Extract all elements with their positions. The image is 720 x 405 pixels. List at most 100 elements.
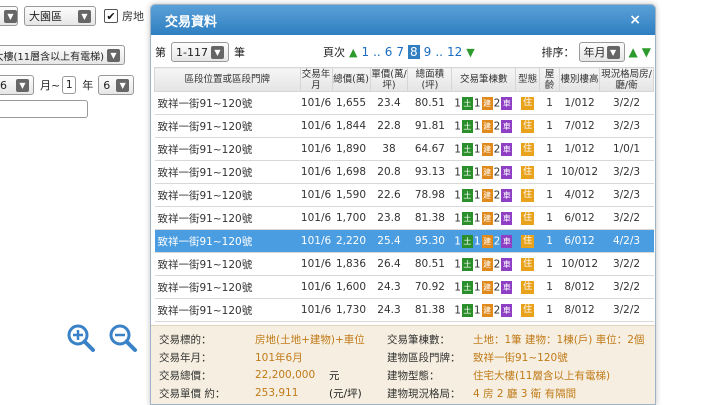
col-header-area[interactable]: 總面積(坪) xyxy=(407,67,453,92)
map-area-edge xyxy=(656,0,720,405)
table-row[interactable]: 致祥一街91~120號 101/6 1,730 24.3 81.38 1 土 1 建 2 車住 1 8/… xyxy=(154,298,654,322)
house-land-label: 房地 xyxy=(122,10,144,23)
car-count: 2 xyxy=(493,97,501,109)
residential-tag-icon: 住 xyxy=(521,303,535,317)
residential-tag-icon: 住 xyxy=(521,280,535,294)
table-row[interactable]: 致祥一街91~120號 101/6 1,890 38 64.67 1 土 1 建 2 車住 1 1/01… xyxy=(154,137,654,161)
cell-unit-price: 24.3 xyxy=(370,275,408,299)
detail-label: 交易標的： xyxy=(159,333,212,346)
house-land-checkbox[interactable]: ✔ xyxy=(104,9,118,23)
page-link[interactable]: 7 xyxy=(396,45,404,59)
cell-layout: 3/2/2 xyxy=(599,298,654,322)
from-month-select[interactable]: 6 ▼ xyxy=(0,75,34,95)
zoom-in-icon[interactable] xyxy=(66,323,96,353)
land-count: 1 xyxy=(454,143,461,155)
col-header-date[interactable]: 交易年月 xyxy=(299,67,333,92)
building-type-row: 住宅大樓(11層含以上有電梯)▼ xyxy=(0,45,125,65)
land-count: 1 xyxy=(454,166,461,178)
table-row[interactable]: 致祥一街91~120號 101/6 1,844 22.8 91.81 1 土 1 建 2 車住 1 7/… xyxy=(154,114,654,138)
dialog-toolbar: 第 1-117 ▼ 筆 頁次 ▲ 1 .. 6 7 8 9 .. 12 ▼ 排序：… xyxy=(155,41,651,63)
cell-type: 住 xyxy=(515,229,540,253)
cell-total: 1,836 xyxy=(332,252,370,276)
cell-floor: 8/012 xyxy=(559,298,600,322)
detail-unit: (元/坪) xyxy=(329,387,362,400)
residential-tag-icon: 住 xyxy=(521,188,535,202)
residential-tag-icon: 住 xyxy=(521,119,535,133)
cell-unit-price: 23.8 xyxy=(370,206,408,230)
land-tag-icon: 土 xyxy=(461,188,473,202)
col-header-total[interactable]: 總價(萬) xyxy=(331,67,371,92)
cell-age: 1 xyxy=(539,252,560,276)
next-page-icon[interactable]: ▼ xyxy=(466,46,474,59)
col-header-type[interactable]: 型態 xyxy=(515,67,541,92)
cell-address: 致祥一街91~120號 xyxy=(154,206,301,230)
detail-row: 建物區段門牌： 致祥一街91~120號 xyxy=(387,348,655,366)
transaction-table: 區段位置或區段門牌 交易年月 總價(萬) 單價(萬/坪) 總面積(坪) 交易筆棟… xyxy=(154,67,654,322)
to-year-input[interactable]: 1 xyxy=(62,76,77,94)
cell-floor: 10/012 xyxy=(559,252,600,276)
cell-count: 1土1建2車 xyxy=(451,160,516,184)
cell-unit-price: 25.4 xyxy=(370,229,408,253)
detail-right: 交易筆棟數： 土地：1筆 建物：1棟(戶) 車位：2個 建物區段門牌： 致祥一街91… xyxy=(387,330,655,402)
table-row[interactable]: 致祥一街91~120號 101/6 1,700 23.8 81.38 1 土 1 建 2 車住 1 6/… xyxy=(154,206,654,230)
table-row[interactable]: 致祥一街91~120號 101/6 1,698 20.8 93.13 1 土 1 建 2 車住 1 10… xyxy=(154,160,654,184)
detail-left: 交易標的： 房地(土地+建物)+車位 交易年月： 101年6月 交易總價： 22,20… xyxy=(159,330,385,402)
land-count: 1 xyxy=(454,281,461,293)
col-header-unit-price[interactable]: 單價(萬/坪) xyxy=(369,67,409,92)
search-panel: ▼ 大園區▼ ✔ 房地 住宅大樓(11層含以上有電梯)▼ 6▼ 月~ 1 年 6… xyxy=(0,0,160,405)
car-count: 2 xyxy=(493,258,501,270)
cell-address: 致祥一街91~120號 xyxy=(154,91,301,115)
page-link[interactable]: 9 xyxy=(424,45,432,59)
address-input[interactable] xyxy=(0,100,88,118)
col-header-age[interactable]: 屋齡 xyxy=(539,67,561,92)
close-icon[interactable]: × xyxy=(629,12,641,28)
building-type-select[interactable]: 住宅大樓(11層含以上有電梯)▼ xyxy=(0,45,125,65)
cell-count: 1土1建2車 xyxy=(451,275,516,299)
land-count: 1 xyxy=(454,189,461,201)
sort-select[interactable]: 年月 ▼ xyxy=(578,42,625,62)
table-row[interactable]: 致祥一街91~120號 101/6 2,220 25.4 95.30 1 土 1 建 2 車住 1 6/… xyxy=(154,229,654,253)
page-link[interactable]: 6 xyxy=(385,45,393,59)
building-count: 1 xyxy=(473,166,481,178)
cell-age: 1 xyxy=(539,229,560,253)
page-link[interactable]: 1 xyxy=(361,45,369,59)
table-row[interactable]: 致祥一街91~120號 101/6 1,655 23.4 80.51 1 土 1 建 2 車住 1 1/… xyxy=(154,91,654,115)
col-header-address[interactable]: 區段位置或區段門牌 xyxy=(154,67,301,92)
sort-desc-icon[interactable]: ▼ xyxy=(642,45,651,59)
to-month-select[interactable]: 6 ▼ xyxy=(98,75,135,95)
car-tag-icon: 車 xyxy=(501,234,513,248)
car-tag-icon: 車 xyxy=(501,142,513,156)
detail-label: 建物現況格局： xyxy=(387,387,461,400)
col-header-count[interactable]: 交易筆棟數 xyxy=(451,67,517,92)
col-header-layout[interactable]: 現況格局房/廳/衛 xyxy=(599,67,654,92)
sort-asc-icon[interactable]: ▲ xyxy=(629,45,638,59)
city-select[interactable]: ▼ xyxy=(0,6,18,26)
table-row[interactable]: 致祥一街91~120號 101/6 1,836 26.4 80.51 1 土 1 建 2 車住 1 10… xyxy=(154,252,654,276)
table-row[interactable]: 致祥一街91~120號 101/6 1,590 22.6 78.98 1 土 1 建 2 車住 1 4/… xyxy=(154,183,654,207)
cell-total: 1,655 xyxy=(332,91,370,115)
page-link[interactable]: 12 xyxy=(447,45,462,59)
current-page: 8 xyxy=(408,45,420,59)
record-range-value: 1-117 xyxy=(176,45,208,59)
building-count: 1 xyxy=(473,212,481,224)
cell-count: 1土1建2車 xyxy=(451,183,516,207)
land-count: 1 xyxy=(454,235,461,247)
cell-total: 1,890 xyxy=(332,137,370,161)
car-tag-icon: 車 xyxy=(501,211,513,225)
chevron-down-icon: ▼ xyxy=(78,9,91,23)
cell-layout: 4/2/3 xyxy=(599,229,654,253)
cell-floor: 8/012 xyxy=(559,275,600,299)
table-row[interactable]: 致祥一街91~120號 101/6 1,600 24.3 70.92 1 土 1 建 2 車住 1 8/… xyxy=(154,275,654,299)
col-header-floor[interactable]: 樓別樓高 xyxy=(559,67,601,92)
record-range-select[interactable]: 1-117 ▼ xyxy=(171,42,229,62)
table-header-row: 區段位置或區段門牌 交易年月 總價(萬) 單價(萬/坪) 總面積(坪) 交易筆棟… xyxy=(154,67,654,92)
zoom-out-icon[interactable] xyxy=(108,323,138,353)
cell-age: 1 xyxy=(539,298,560,322)
cell-total: 1,730 xyxy=(332,298,370,322)
prev-page-icon[interactable]: ▲ xyxy=(349,46,357,59)
land-count: 1 xyxy=(454,304,461,316)
cell-type: 住 xyxy=(515,160,540,184)
cell-area: 64.67 xyxy=(407,137,452,161)
dialog-title: 交易資料 xyxy=(165,14,218,30)
district-select[interactable]: 大園區 ▼ xyxy=(24,6,96,26)
